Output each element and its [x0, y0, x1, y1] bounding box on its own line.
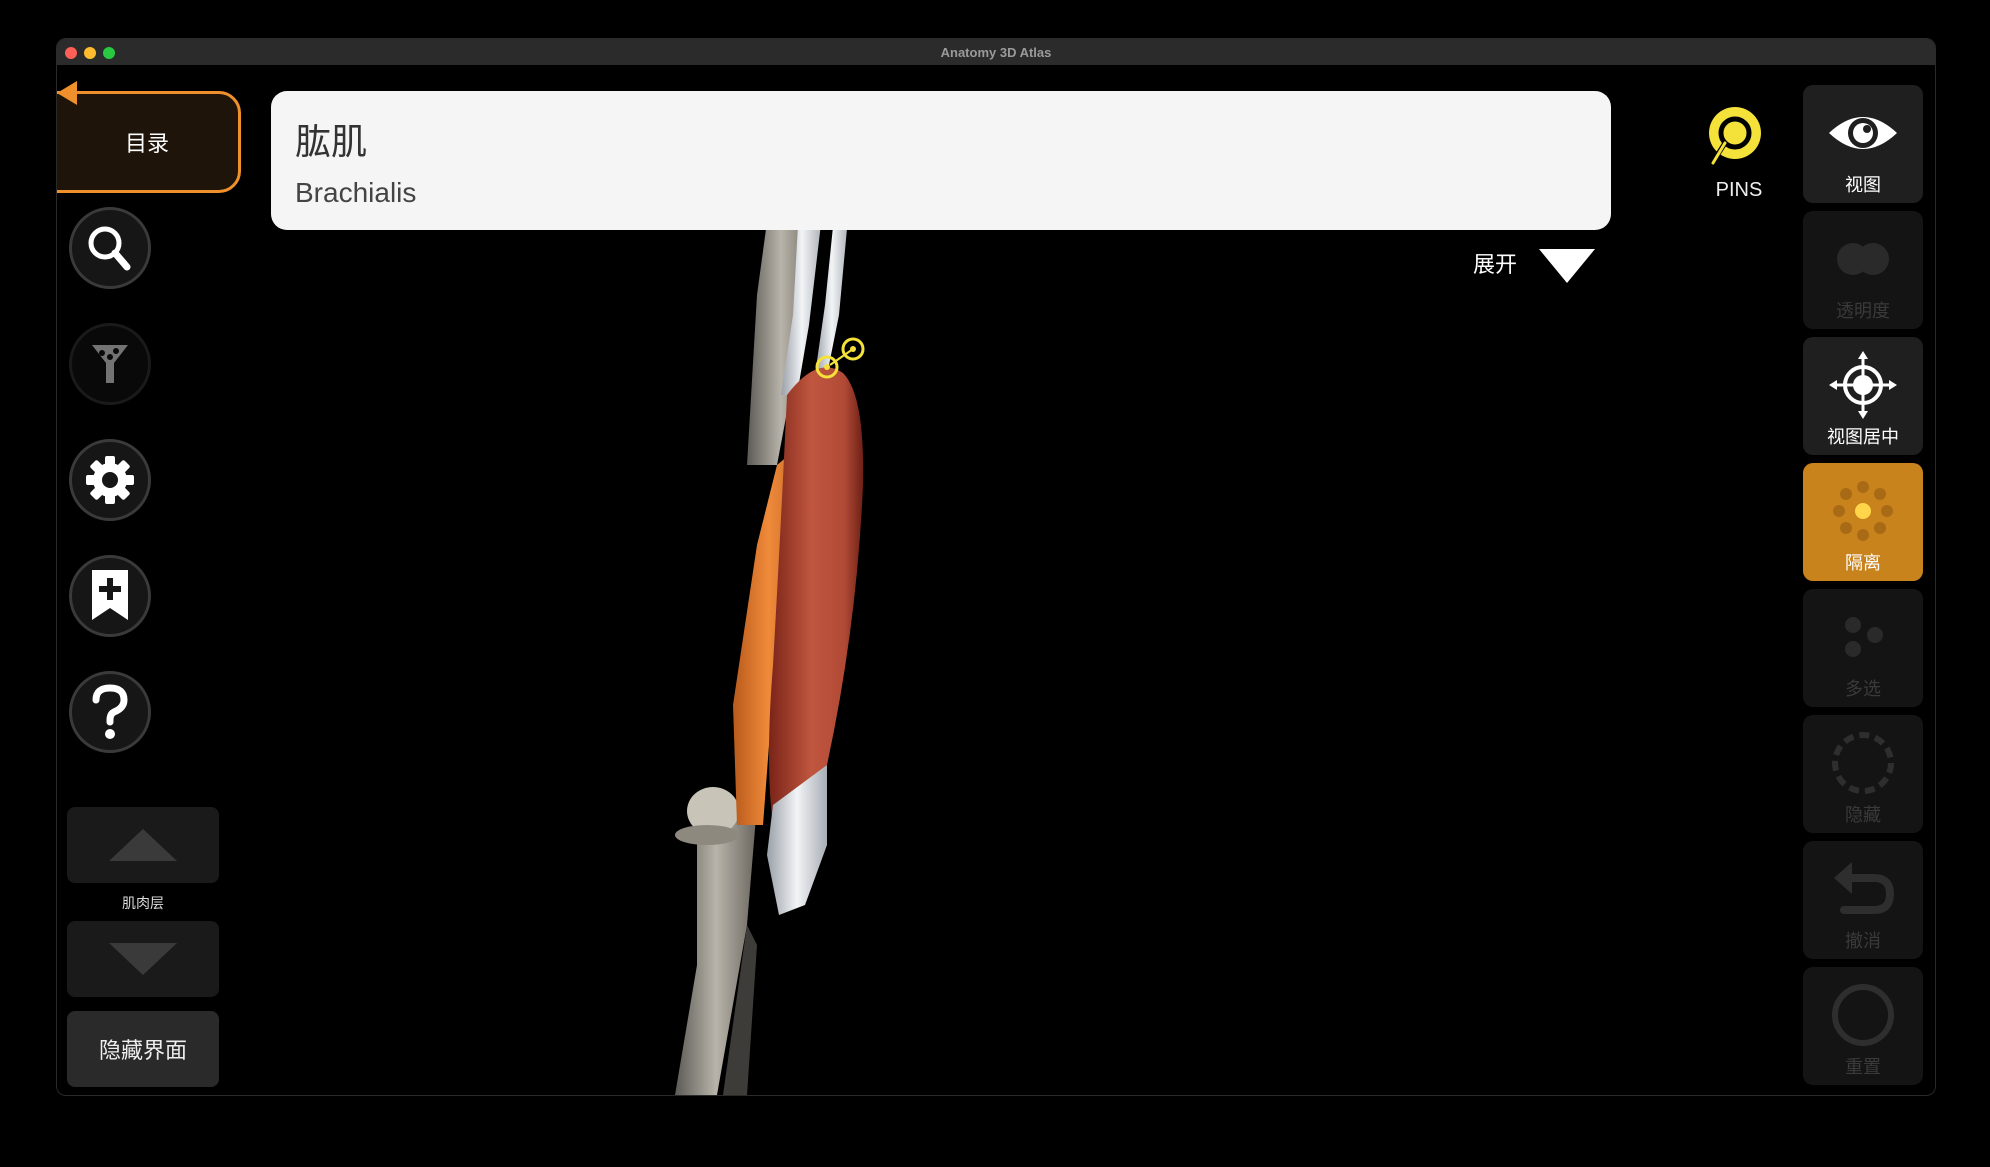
hide-icon: [1832, 732, 1894, 794]
title-bar: Anatomy 3D Atlas: [57, 39, 1935, 66]
multi-select-label: 多选: [1845, 679, 1881, 699]
catalog-button[interactable]: 目录: [57, 91, 241, 193]
hide-ui-button[interactable]: 隐藏界面: [67, 1011, 219, 1087]
help-icon: [92, 684, 128, 739]
opacity-button[interactable]: 透明度: [1803, 211, 1923, 329]
structure-name-en: Brachialis: [295, 177, 417, 208]
undo-icon: [1834, 862, 1895, 914]
hide-button[interactable]: 隐藏: [1803, 715, 1923, 833]
center-view-label: 视图居中: [1827, 427, 1899, 447]
opacity-icon: [1837, 243, 1889, 275]
search-button[interactable]: [69, 207, 151, 289]
layer-label: 肌肉层: [122, 895, 164, 911]
settings-button[interactable]: [69, 439, 151, 521]
search-icon: [88, 226, 131, 271]
layer-down-button[interactable]: [67, 921, 219, 997]
bookmark-add-icon: [92, 570, 128, 620]
expand-label[interactable]: 展开: [1473, 247, 1517, 279]
reset-label: 重置: [1845, 1057, 1881, 1077]
hide-label: 隐藏: [1845, 805, 1881, 825]
center-view-button[interactable]: 视图居中: [1803, 337, 1923, 455]
isolate-button[interactable]: 隔离: [1803, 463, 1923, 581]
crosshair-icon: [1829, 351, 1897, 419]
chevron-down-icon: [109, 943, 177, 975]
layer-up-button[interactable]: [67, 807, 219, 883]
back-arrow-icon: [57, 81, 77, 105]
eye-icon: [1829, 117, 1897, 149]
catalog-label: 目录: [124, 131, 169, 156]
undo-label: 撤消: [1845, 931, 1881, 951]
pins-label[interactable]: PINS: [1709, 179, 1769, 202]
filter-icon: [92, 345, 128, 383]
gear-icon: [86, 456, 134, 504]
structure-info-card[interactable]: 肱肌 Brachialis: [271, 91, 1611, 230]
reset-icon: [1832, 984, 1894, 1046]
undo-button[interactable]: 撤消: [1803, 841, 1923, 959]
isolate-label: 隔离: [1845, 553, 1881, 573]
window-title: Anatomy 3D Atlas: [940, 45, 1052, 60]
multi-select-button[interactable]: 多选: [1803, 589, 1923, 707]
structure-name-zh: 肱肌: [295, 121, 368, 162]
viewport[interactable]: 目录 肌肉层 隐藏界面 肱肌 Brachialis 展开 PINS 视图 透明度…: [57, 65, 1935, 1095]
view-label: 视图: [1845, 175, 1881, 195]
opacity-label: 透明度: [1836, 301, 1890, 321]
bookmark-button[interactable]: [69, 555, 151, 637]
filter-button[interactable]: [69, 323, 151, 405]
help-button[interactable]: [69, 671, 151, 753]
expand-arrow-icon[interactable]: [1539, 249, 1595, 283]
app-window: Anatomy 3D Atlas 目录 肌肉层 隐藏界面 肱肌 Brachial…: [56, 38, 1936, 1096]
view-button[interactable]: 视图: [1803, 85, 1923, 203]
pin-icon[interactable]: [1703, 105, 1763, 169]
multi-select-icon: [1845, 617, 1883, 657]
isolate-icon: [1833, 481, 1893, 541]
reset-button[interactable]: 重置: [1803, 967, 1923, 1085]
hide-ui-label: 隐藏界面: [98, 1038, 187, 1063]
chevron-up-icon: [109, 829, 177, 861]
